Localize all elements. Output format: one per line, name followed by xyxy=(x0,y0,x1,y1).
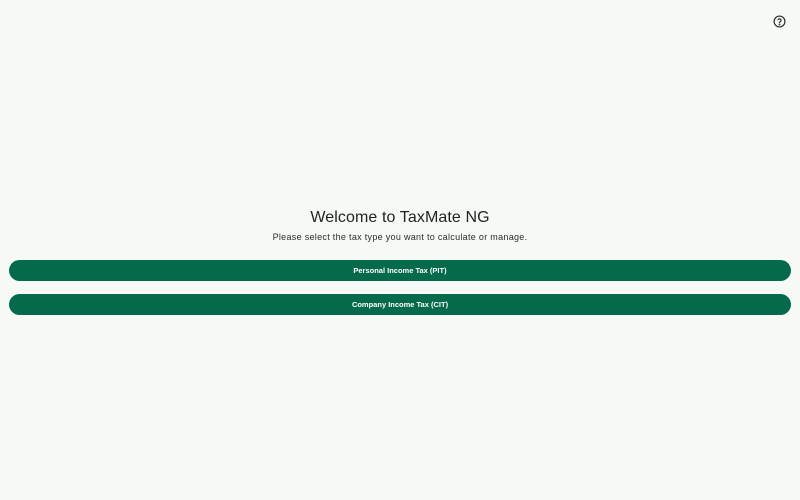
help-circle-icon xyxy=(772,14,786,28)
help-button[interactable] xyxy=(769,11,789,31)
company-income-tax-button[interactable]: Company Income Tax (CIT) xyxy=(9,294,791,315)
company-income-tax-label: Company Income Tax (CIT) xyxy=(351,300,449,309)
personal-income-tax-button[interactable]: Personal Income Tax (PIT) xyxy=(9,260,791,281)
page-subtitle: Please select the tax type you want to c… xyxy=(272,232,528,242)
personal-income-tax-label: Personal Income Tax (PIT) xyxy=(353,266,447,275)
page-title: Welcome to TaxMate NG xyxy=(310,209,490,226)
